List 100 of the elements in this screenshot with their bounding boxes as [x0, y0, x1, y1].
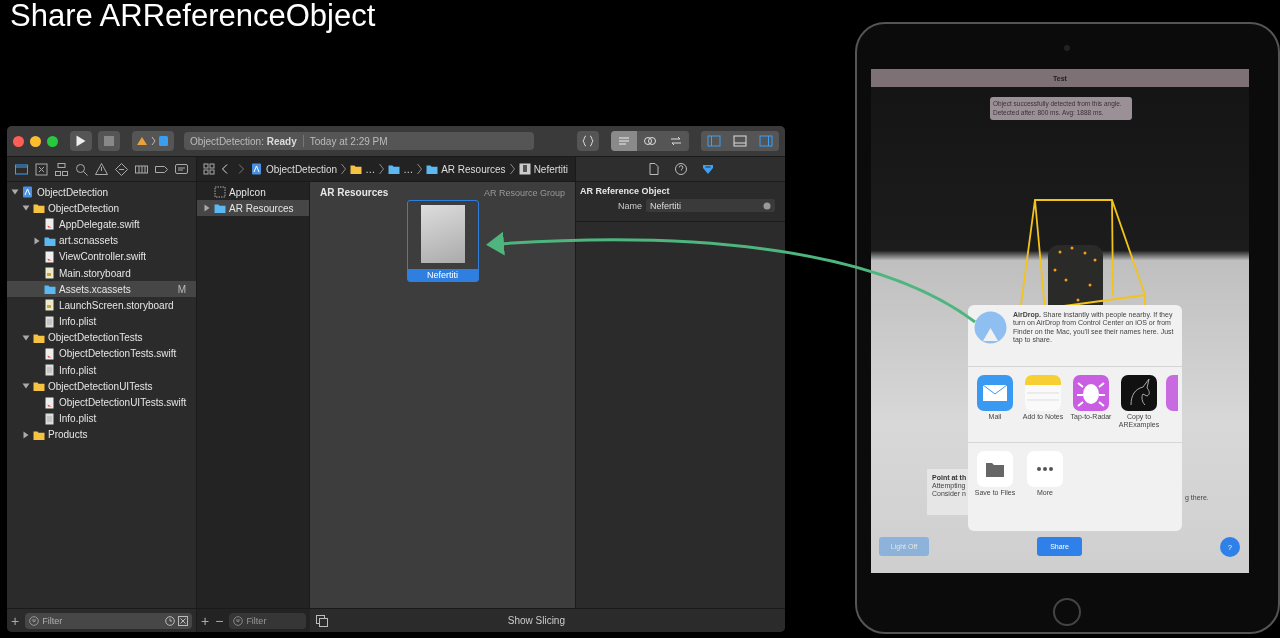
swift-file-icon — [44, 218, 56, 231]
file-tree-item[interactable]: AppDelegate.swift — [7, 216, 196, 233]
disclosure-triangle-icon[interactable] — [11, 188, 19, 197]
navigator-tab[interactable] — [53, 160, 70, 178]
swift-file-icon — [44, 396, 56, 409]
slide-title: Share ARReferenceObject — [10, 0, 376, 34]
navigator-tab[interactable] — [113, 160, 130, 178]
file-tree-item[interactable]: Info.plist — [7, 410, 196, 427]
folder-icon — [214, 202, 226, 215]
stop-icon — [104, 136, 114, 146]
file-name: ObjectDetectionUITests.swift — [59, 397, 187, 409]
disclosure-triangle-icon[interactable] — [203, 204, 211, 213]
storyboard-file-icon — [44, 267, 56, 280]
file-tree-item[interactable]: LaunchScreen.storyboard — [7, 297, 196, 314]
disclosure-triangle-icon[interactable] — [33, 236, 41, 245]
add-button[interactable]: + — [201, 613, 210, 628]
diamond-icon — [114, 161, 129, 177]
library-button[interactable] — [577, 131, 599, 151]
document-icon — [44, 412, 56, 425]
file-tree-item[interactable]: ObjectDetection — [7, 200, 196, 217]
play-icon — [76, 135, 86, 147]
square-x-icon[interactable] — [178, 615, 188, 626]
asset-label: Nefertiti — [407, 269, 478, 281]
scheme-icons — [136, 135, 170, 147]
panel-layout-icon — [733, 135, 747, 147]
inspector-tab[interactable] — [672, 160, 689, 178]
lines-icon — [617, 135, 631, 147]
file-tree-item[interactable]: ObjectDetectionUITests — [7, 378, 196, 395]
navigator-tab[interactable] — [93, 160, 110, 178]
section-title: AR Reference Object — [579, 185, 671, 196]
stepper-icon — [763, 201, 771, 210]
swift-file-icon — [44, 250, 56, 263]
file-tree-item[interactable]: ObjectDetection — [7, 184, 196, 201]
group-type-label: AR Resource Group — [483, 187, 565, 198]
folder-icon — [14, 161, 29, 177]
asset-list-item[interactable]: AppIcon — [197, 184, 309, 201]
file-tree-item[interactable]: ObjectDetectionTests — [7, 329, 196, 346]
disclosure-triangle-icon[interactable] — [22, 204, 30, 213]
minimize-button[interactable] — [30, 135, 41, 147]
breadcrumb-item[interactable]: Nefertiti — [518, 163, 569, 175]
file-tree-item[interactable]: Assets.xcassets M — [7, 281, 196, 298]
breadcrumb-item[interactable]: … — [350, 163, 376, 175]
chevron-icon — [379, 163, 385, 175]
show-slicing-button[interactable]: Show Slicing — [507, 615, 565, 626]
asset-tile[interactable]: Nefertiti — [406, 200, 479, 282]
file-name: Products — [48, 429, 88, 441]
navigator-tab[interactable] — [33, 160, 50, 178]
file-tree-item[interactable]: Info.plist — [7, 362, 196, 379]
file-name: ObjectDetectionTests.swift — [59, 348, 177, 360]
disclosure-triangle-icon[interactable] — [22, 382, 30, 391]
run-button[interactable] — [70, 131, 92, 151]
file-name: Info.plist — [59, 364, 97, 376]
stop-button[interactable] — [98, 131, 120, 151]
file-name: Main.storyboard — [59, 267, 131, 279]
folder-icon — [388, 163, 401, 175]
folder-icon — [350, 163, 363, 175]
project-file-icon — [251, 163, 263, 175]
filter-field[interactable]: Filter — [229, 612, 306, 629]
file-tree-item[interactable]: Main.storyboard — [7, 264, 196, 282]
dashed-square-icon — [214, 186, 226, 199]
remove-button[interactable]: − — [215, 613, 224, 628]
add-button[interactable]: + — [11, 613, 20, 628]
file-tree-item[interactable]: ViewController.swift — [7, 248, 196, 265]
close-button[interactable] — [13, 135, 24, 147]
file-tree-item[interactable]: Products — [7, 426, 196, 443]
file-tree-item[interactable]: Info.plist — [7, 313, 196, 330]
document-icon — [44, 364, 56, 377]
breadcrumb-item[interactable]: AR Resources — [426, 163, 506, 175]
file-name: ObjectDetectionUITests — [48, 380, 153, 392]
file-name: art.scnassets — [59, 235, 118, 247]
zoom-button[interactable] — [47, 135, 58, 147]
file-name: LaunchScreen.storyboard — [59, 299, 174, 311]
file-name: ViewController.swift — [59, 251, 147, 263]
breadcrumb-item[interactable]: … — [388, 163, 414, 175]
name-field[interactable]: Nefertiti — [646, 199, 775, 212]
filter-icon — [233, 615, 244, 626]
group-title: AR Resources — [320, 187, 389, 198]
folder-icon — [426, 163, 439, 175]
more-icon — [1037, 467, 1053, 471]
warning-icon — [94, 161, 109, 177]
square-x-icon — [34, 161, 49, 177]
clock-icon[interactable] — [165, 615, 175, 626]
scheme-selector[interactable] — [132, 131, 174, 151]
filter-field[interactable]: Filter — [25, 612, 192, 629]
disclosure-triangle-icon[interactable] — [22, 430, 30, 439]
chevron-icon — [417, 163, 423, 175]
file-name: Info.plist — [59, 316, 97, 328]
panel-layout-icon — [707, 135, 721, 147]
mail-icon — [977, 375, 1013, 411]
stacked-squares-icon[interactable] — [316, 614, 328, 627]
chevron-icon — [509, 163, 515, 175]
asset-list-item[interactable]: AR Resources — [197, 200, 309, 217]
storyboard-file-icon — [44, 299, 56, 312]
file-tree-item[interactable]: ObjectDetectionUITests.swift — [7, 394, 196, 411]
grid-icon[interactable] — [203, 163, 215, 175]
breadcrumb-item[interactable]: ObjectDetection — [251, 163, 338, 175]
file-tree-item[interactable]: ObjectDetectionTests.swift — [7, 345, 196, 363]
disclosure-triangle-icon[interactable] — [22, 333, 30, 342]
file-tree-item[interactable]: art.scnassets — [7, 232, 196, 249]
asset-name: AppIcon — [229, 186, 266, 198]
